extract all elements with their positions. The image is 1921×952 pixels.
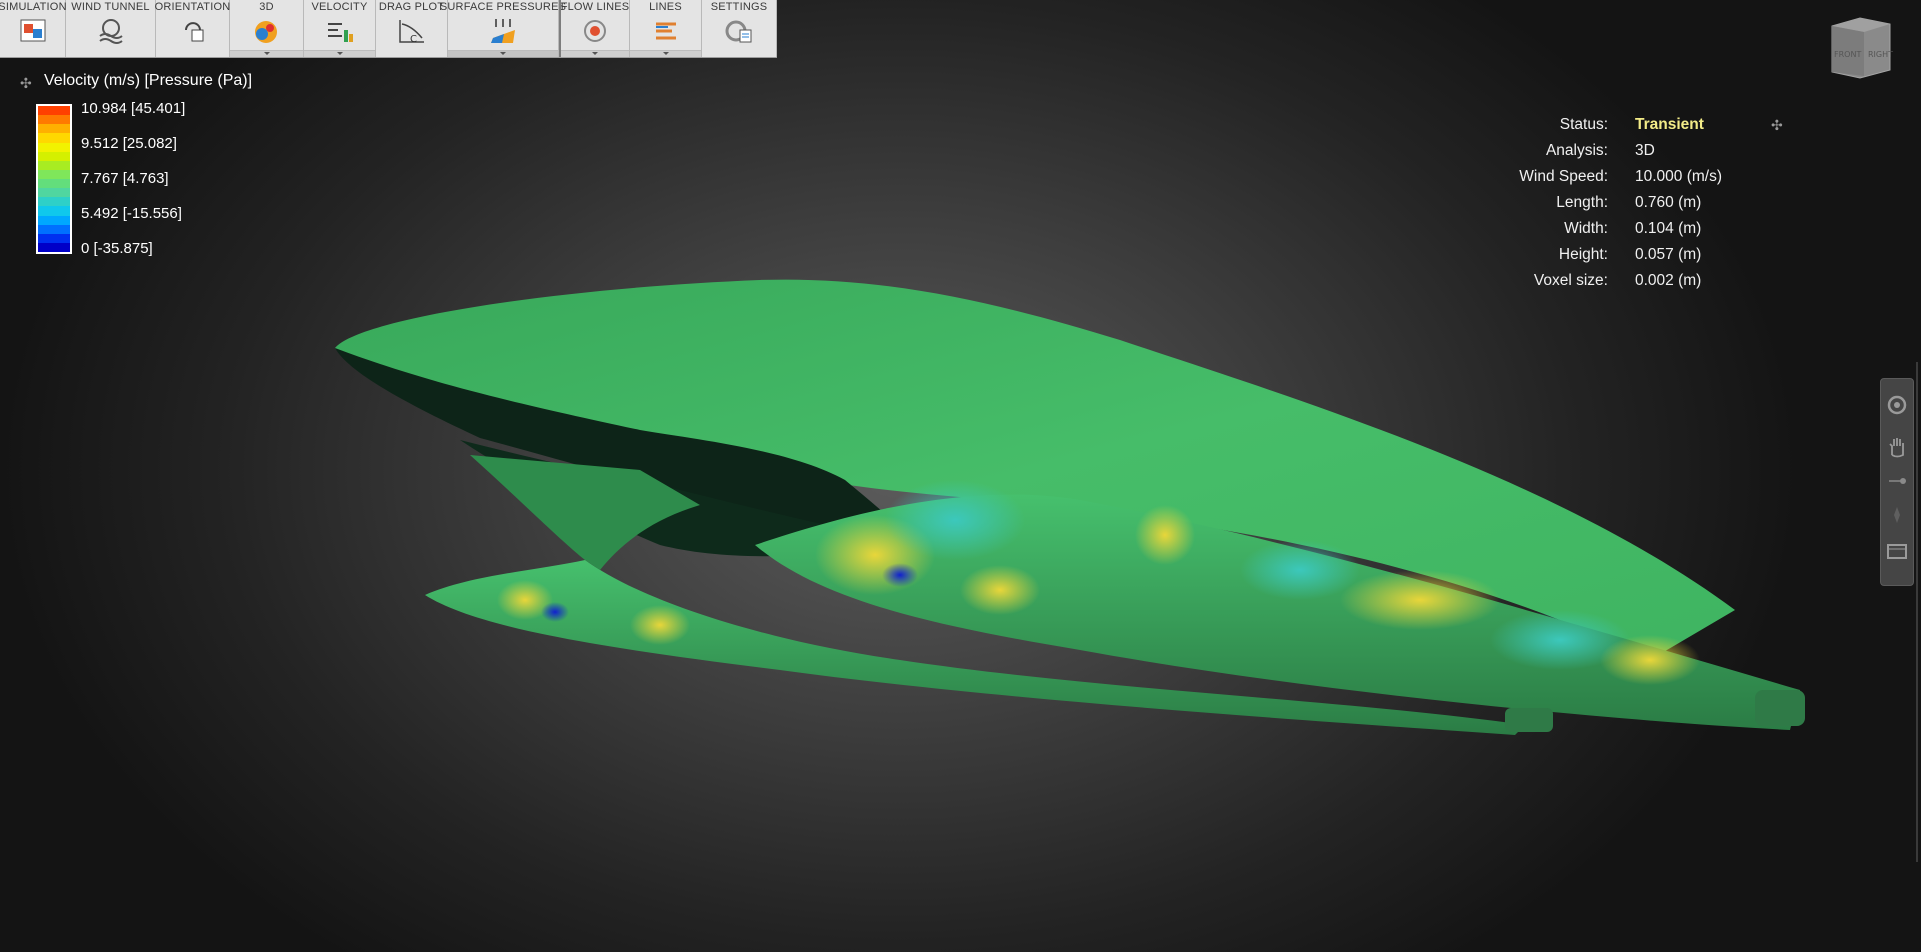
zoom-slider-icon[interactable]: [1885, 469, 1909, 493]
legend-tick-max: 10.984 [45.401]: [81, 100, 186, 117]
orientation-icon: [184, 22, 203, 42]
status-value: Transient: [1635, 116, 1704, 133]
analysis-label: Analysis:: [1545, 142, 1608, 159]
width-row: Width: 0.104 (m): [1500, 220, 1800, 240]
legend-tick: 9.512 [25.082]: [81, 135, 177, 152]
view-cube-right-face: RIGHT: [1868, 50, 1893, 59]
settings-icon: [725, 20, 752, 43]
film-icon[interactable]: [1885, 539, 1909, 563]
svg-text:C: C: [410, 34, 417, 45]
color-scale-segment: [38, 124, 70, 134]
color-scale-segment: [38, 179, 70, 189]
view-cube[interactable]: FRONT RIGHT: [1824, 16, 1896, 80]
legend-tick-min: 0 [-35.875]: [81, 240, 153, 257]
surface-pressures-button[interactable]: SURFACE PRESSURES: [440, 0, 566, 57]
color-scale-segment: [38, 142, 70, 152]
wind-speed-value: 10.000 (m/s): [1635, 168, 1723, 185]
voxel-size-row: Voxel size: 0.002 (m): [1500, 272, 1800, 292]
lines-icon: [655, 22, 676, 40]
lines-label: LINES: [649, 1, 682, 13]
height-label: Height:: [1558, 246, 1608, 263]
settings-label: SETTINGS: [710, 1, 768, 13]
length-label: Length:: [1556, 194, 1608, 211]
drag-plot-label: DRAG PLOT: [378, 1, 445, 13]
orbit-icon[interactable]: [1885, 393, 1909, 417]
color-scale-segment: [38, 160, 70, 170]
analysis-value: 3D: [1635, 142, 1655, 159]
orientation-label: ORIENTATION: [154, 1, 231, 13]
surface-pressures-label: SURFACE PRESSURES: [439, 1, 567, 13]
wind-tunnel-button[interactable]: WIND TUNNEL: [66, 0, 156, 57]
navigation-bar: [1880, 378, 1914, 586]
3d-label: 3D: [259, 1, 274, 13]
color-scale-segment: [38, 197, 70, 207]
lines-dropdown-arrow[interactable]: [630, 50, 701, 57]
model-hull-group: [335, 279, 1805, 735]
color-scale-bar: [36, 104, 72, 254]
orientation-button[interactable]: ORIENTATION: [154, 0, 231, 57]
color-scale-segment: [38, 115, 70, 125]
color-scale-segment: [38, 206, 70, 216]
status-row: Status: Transient: [1500, 116, 1800, 136]
3d-icon: [254, 21, 277, 43]
color-scale-segment: [38, 215, 70, 225]
move-handle-icon[interactable]: ✣: [20, 76, 34, 90]
velocity-dropdown-arrow[interactable]: [304, 50, 375, 57]
height-row: Height: 0.057 (m): [1500, 246, 1800, 266]
velocity-label: VELOCITY: [311, 1, 368, 13]
voxel-size-label: Voxel size:: [1533, 272, 1608, 289]
color-scale-segment: [38, 188, 70, 198]
color-scale-segment: [38, 151, 70, 161]
velocity-icon: [327, 23, 353, 42]
wind-speed-row: Wind Speed: 10.000 (m/s): [1500, 168, 1800, 188]
height-value: 0.057 (m): [1635, 246, 1702, 263]
velocity-button[interactable]: VELOCITY: [304, 0, 376, 57]
drag-plot-button[interactable]: DRAG PLOT C: [376, 0, 448, 57]
color-scale-segment: [38, 106, 70, 116]
color-scale-segment: [38, 242, 70, 252]
pan-icon[interactable]: [1885, 435, 1909, 459]
viewport-edge: [1916, 362, 1918, 862]
legend-title: Velocity (m/s) [Pressure (Pa)]: [44, 72, 253, 89]
wind-tunnel-label: WIND TUNNEL: [71, 1, 150, 13]
width-label: Width:: [1564, 220, 1608, 237]
color-scale-segment: [38, 133, 70, 143]
settings-button[interactable]: SETTINGS: [702, 0, 777, 57]
voxel-size-value: 0.002 (m): [1635, 272, 1702, 289]
flow-lines-dropdown-arrow[interactable]: [561, 50, 629, 57]
drag-plot-icon: C: [398, 20, 424, 45]
color-scale-segment: [38, 169, 70, 179]
length-row: Length: 0.760 (m): [1500, 194, 1800, 214]
flow-lines-label: FLOW LINES: [560, 1, 630, 13]
length-value: 0.760 (m): [1635, 194, 1702, 211]
surface-pressures-strip: [448, 50, 558, 57]
legend-tick: 7.767 [4.763]: [81, 170, 169, 187]
3d-button[interactable]: 3D: [230, 0, 304, 57]
status-label: Status:: [1559, 116, 1608, 133]
wind-tunnel-icon: [98, 19, 123, 44]
ribbon-toolbar: SIMULATION WIND TUNNEL ORIENTATION 3D VE…: [0, 0, 777, 58]
analysis-row: Analysis: 3D: [1500, 142, 1800, 162]
simulation-label: SIMULATION: [0, 1, 67, 13]
simulation-icon: [20, 19, 45, 42]
wind-speed-label: Wind Speed:: [1519, 168, 1608, 185]
simulation-button[interactable]: SIMULATION: [0, 0, 67, 57]
legend-tick: 5.492 [-15.556]: [81, 205, 182, 222]
color-scale-segment: [38, 233, 70, 243]
color-scale-segment: [38, 224, 70, 234]
lines-button[interactable]: LINES: [630, 0, 702, 57]
flow-lines-icon: [584, 20, 606, 42]
flow-lines-button[interactable]: FLOW LINES: [559, 0, 630, 57]
3d-dropdown-arrow[interactable]: [230, 50, 303, 57]
width-value: 0.104 (m): [1635, 220, 1702, 237]
surface-pressures-icon: [491, 19, 515, 43]
look-icon[interactable]: [1885, 503, 1909, 527]
view-cube-front-face: FRONT: [1834, 50, 1861, 59]
